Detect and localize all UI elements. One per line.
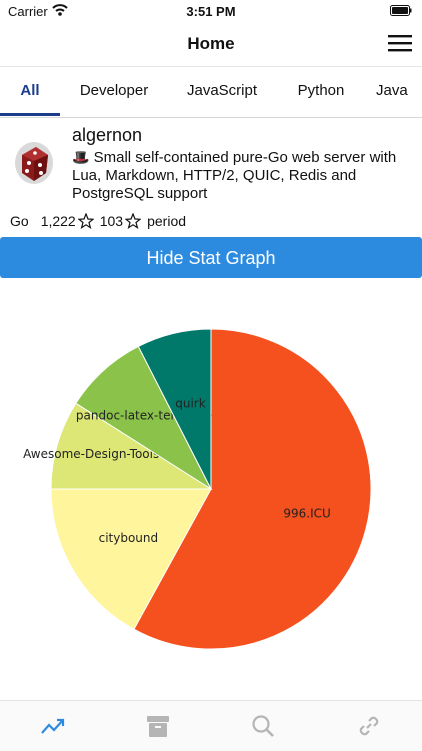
repo-stars: 1,222 xyxy=(40,213,76,229)
navigation-bar: Home xyxy=(0,22,422,66)
battery-icon xyxy=(390,5,412,16)
repo-description: 🎩 Small self-contained pure-Go web serve… xyxy=(72,148,408,203)
stat-pie-chart: 996.ICU citybound Awesome-Design-Tools pand… xyxy=(0,280,422,700)
link-icon[interactable] xyxy=(356,713,382,739)
page-title: Home xyxy=(187,34,235,53)
repo-language: Go xyxy=(10,213,29,229)
tab-developer[interactable]: Developer xyxy=(66,67,162,115)
top-hat-emoji: 🎩 xyxy=(72,149,90,165)
trending-icon[interactable] xyxy=(40,713,66,739)
tab-python[interactable]: Python xyxy=(286,67,356,115)
status-bar: Carrier 3:51 PM xyxy=(0,0,422,22)
category-tabs: All Developer JavaScript Python Java xyxy=(0,66,422,118)
repo-name[interactable]: algernon xyxy=(72,125,142,146)
repo-avatar-icon xyxy=(15,142,53,184)
repo-description-text: Small self-contained pure-Go web server … xyxy=(72,149,397,202)
repo-header[interactable]: algernon 🎩 Small self-contained pure-Go … xyxy=(0,117,422,237)
pie-slice-label: 996.ICU xyxy=(283,507,330,521)
hide-stat-graph-button[interactable]: Hide Stat Graph xyxy=(0,237,422,278)
hamburger-menu-icon[interactable] xyxy=(388,33,412,53)
bottom-tab-bar xyxy=(0,700,422,751)
tab-javascript[interactable]: JavaScript xyxy=(176,67,268,115)
pie-slice-label: Awesome-Design-Tools xyxy=(23,447,159,461)
pie-slice-label: quirk xyxy=(175,396,205,410)
tab-java[interactable]: Java xyxy=(376,67,422,115)
star-icon xyxy=(77,213,94,229)
tab-all[interactable]: All xyxy=(0,67,60,115)
search-icon[interactable] xyxy=(250,713,276,739)
repo-period-label: period xyxy=(147,213,187,229)
active-tab-indicator xyxy=(0,113,60,116)
repo-period-stars: 103 xyxy=(99,213,124,229)
status-time: 3:51 PM xyxy=(186,4,236,19)
archive-icon[interactable] xyxy=(145,713,171,739)
pie-chart-svg: 996.ICUcityboundAwesome-Design-Toolspand… xyxy=(23,328,372,650)
pie-slice-label: citybound xyxy=(99,531,159,545)
period-star-icon xyxy=(125,213,142,229)
repo-stats: Go 1,222 103 period xyxy=(10,213,188,229)
